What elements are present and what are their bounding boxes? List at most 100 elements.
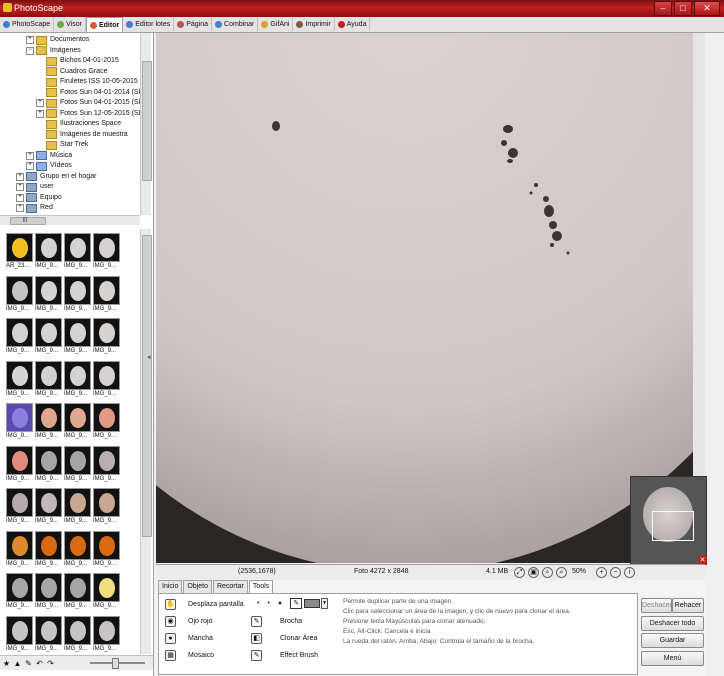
tool-mosaico[interactable]: ▦ Mosaico bbox=[165, 649, 214, 662]
navigator-panel[interactable]: ✕ bbox=[630, 476, 707, 565]
tree-item[interactable]: Firuletes ISS 10-05-2015 bbox=[36, 77, 138, 87]
zoom-actual-icon[interactable]: ⌕ bbox=[542, 567, 553, 578]
tool-desplaza-pantalla[interactable]: ✋ Desplaza pantalla bbox=[165, 598, 244, 611]
brush-size-large-icon[interactable]: ● bbox=[278, 600, 282, 607]
thumbnail[interactable]: IMG_9... bbox=[6, 573, 33, 614]
thumbnail[interactable]: IMG_9... bbox=[35, 318, 62, 359]
thumbnail[interactable]: IMG_9... bbox=[93, 275, 120, 317]
tab-editor[interactable]: Editor bbox=[85, 17, 124, 32]
image-canvas[interactable] bbox=[156, 33, 705, 563]
slider-knob[interactable] bbox=[112, 658, 119, 669]
thumbnail[interactable]: IMG_9... bbox=[6, 530, 33, 572]
fit-screen-icon[interactable]: ⤢ bbox=[514, 567, 525, 578]
close-button[interactable]: ✕ bbox=[694, 1, 720, 16]
tree-expand-icon[interactable]: + bbox=[26, 36, 34, 44]
thumbs-scroll-thumb[interactable] bbox=[142, 235, 152, 537]
thumbnail[interactable]: IMG_9... bbox=[93, 403, 120, 444]
tool-brocha[interactable]: ✎ Brocha bbox=[251, 615, 302, 628]
tree-expand-icon[interactable]: − bbox=[26, 46, 34, 55]
tree-item[interactable]: Imágenes de muestra bbox=[36, 130, 128, 140]
brush-color-swatch[interactable] bbox=[304, 599, 321, 608]
zoom-in-icon[interactable]: + bbox=[596, 567, 607, 578]
zoom-out-icon[interactable]: − bbox=[610, 567, 621, 578]
tool-effect-brush[interactable]: ✎ Effect Brush bbox=[251, 649, 318, 662]
subtab-objeto[interactable]: Objeto bbox=[183, 580, 212, 594]
brush-pen-icon[interactable]: ✎ bbox=[290, 598, 303, 609]
tool-clonar-área[interactable]: ◧ Clonar Área bbox=[251, 632, 317, 645]
subtab-recortar[interactable]: Recortar bbox=[212, 580, 248, 594]
tool-mancha[interactable]: ● Mancha bbox=[165, 632, 213, 645]
edit-icon[interactable]: ✎ bbox=[24, 659, 33, 668]
thumbnail[interactable]: IMG_9... bbox=[64, 233, 91, 274]
tab-combinar[interactable]: Combinar bbox=[212, 17, 259, 31]
thumbnail[interactable]: IMG_9... bbox=[93, 233, 120, 274]
tree-item[interactable]: + Equipo bbox=[16, 193, 62, 203]
rotate-left-icon[interactable]: ↶ bbox=[35, 659, 44, 668]
thumbnail[interactable]: AR_23... bbox=[6, 233, 33, 274]
minimize-button[interactable]: ‒ bbox=[654, 1, 672, 16]
maximize-button[interactable]: □ bbox=[674, 1, 692, 16]
tab-ayuda[interactable]: Ayuda bbox=[335, 17, 371, 31]
thumbnail[interactable]: IMG_9... bbox=[64, 530, 91, 572]
info-icon[interactable]: i bbox=[624, 567, 635, 578]
tree-horizontal-scrollbar[interactable]: ||| bbox=[0, 215, 140, 225]
zoom-select-icon[interactable]: ⌕ bbox=[556, 567, 567, 578]
redo-button[interactable]: Rehacer bbox=[672, 598, 704, 613]
tree-scroll-thumb[interactable] bbox=[142, 61, 152, 181]
thumbnail[interactable]: IMG_9... bbox=[93, 360, 120, 402]
thumbnail[interactable]: IMG_9... bbox=[35, 275, 62, 317]
thumbnail[interactable]: IMG_9... bbox=[6, 488, 33, 529]
thumbnail[interactable]: IMG_9... bbox=[93, 530, 120, 572]
undo-button[interactable]: Deshacer bbox=[641, 598, 672, 613]
thumbnail[interactable]: IMG_9... bbox=[64, 445, 91, 487]
tree-item[interactable]: − Imágenes bbox=[26, 46, 81, 56]
tree-expand-icon[interactable]: + bbox=[36, 109, 44, 118]
thumbs-vertical-scrollbar[interactable] bbox=[140, 229, 152, 654]
tree-expand-icon[interactable]: + bbox=[16, 204, 24, 212]
thumbnail[interactable]: IMG_9... bbox=[64, 403, 91, 444]
tree-expand-icon[interactable]: + bbox=[26, 162, 34, 170]
thumbnail[interactable]: IMG_9... bbox=[35, 445, 62, 487]
thumbnail[interactable]: IMG_9... bbox=[93, 488, 120, 529]
thumbnail[interactable]: IMG_9... bbox=[64, 275, 91, 317]
thumbnail[interactable]: IMG_9... bbox=[6, 445, 33, 487]
tree-item[interactable]: Star Trek bbox=[36, 140, 88, 150]
tree-item[interactable]: Cuadros Grace bbox=[36, 67, 107, 77]
color-dropdown-icon[interactable]: ▼ bbox=[321, 598, 329, 609]
pane-splitter-grip[interactable]: ◂ bbox=[147, 353, 152, 365]
undo-all-button[interactable]: Deshacer todo bbox=[641, 616, 704, 631]
brush-size-medium-icon[interactable]: • bbox=[267, 600, 269, 607]
tree-expand-icon[interactable]: + bbox=[16, 193, 24, 202]
thumbnail[interactable]: IMG_9... bbox=[35, 488, 62, 529]
up-folder-icon[interactable]: ▲ bbox=[13, 659, 22, 668]
tool-ojo-rojo[interactable]: ◉ Ojo rojo bbox=[165, 615, 213, 628]
tab-photoscape[interactable]: PhotoScape bbox=[0, 17, 55, 31]
tab-visor[interactable]: Visor bbox=[54, 17, 86, 31]
subtab-inicio[interactable]: Inicio bbox=[158, 580, 183, 594]
tree-item[interactable]: Ilustraciones Space bbox=[36, 119, 121, 129]
thumbnail[interactable]: IMG_9... bbox=[6, 615, 33, 655]
tree-item[interactable]: + Fotos Sun 12-05-2015 (SI bbox=[36, 109, 140, 119]
thumbnail[interactable]: IMG_9... bbox=[35, 530, 62, 572]
tree-vertical-scrollbar[interactable] bbox=[140, 33, 152, 215]
tree-expand-icon[interactable]: + bbox=[36, 99, 44, 107]
thumbnail-size-slider[interactable] bbox=[90, 658, 145, 669]
tab-gifani[interactable]: GifAni bbox=[258, 17, 294, 31]
thumbnail[interactable]: IMG_9... bbox=[64, 615, 91, 655]
tree-item[interactable]: + Fotos Sun 04-01-2015 (Sk bbox=[36, 98, 140, 108]
thumbnail[interactable]: IMG_9... bbox=[35, 403, 62, 444]
thumbnail[interactable]: IMG_9... bbox=[35, 360, 62, 402]
save-button[interactable]: Guardar bbox=[641, 633, 704, 648]
tree-item[interactable]: Bichos 04-01-2015 bbox=[36, 56, 119, 66]
tree-item[interactable]: + Vídeos bbox=[26, 161, 72, 171]
tree-item[interactable]: Fotos Sun 04-01-2014 (Sk bbox=[36, 88, 140, 98]
brush-size-small-icon[interactable]: • bbox=[257, 600, 259, 607]
tree-expand-icon[interactable]: + bbox=[16, 183, 24, 191]
thumbnail[interactable]: IMG_9... bbox=[6, 403, 33, 444]
zoom-fit-icon[interactable]: ▣ bbox=[528, 567, 539, 578]
tree-hscroll-thumb[interactable]: ||| bbox=[10, 217, 46, 225]
thumbnail[interactable]: IMG_9... bbox=[6, 275, 33, 317]
subtab-tools[interactable]: Tools bbox=[248, 580, 274, 594]
thumbnail[interactable]: IMG_9... bbox=[93, 318, 120, 359]
favorite-icon[interactable]: ★ bbox=[2, 659, 11, 668]
